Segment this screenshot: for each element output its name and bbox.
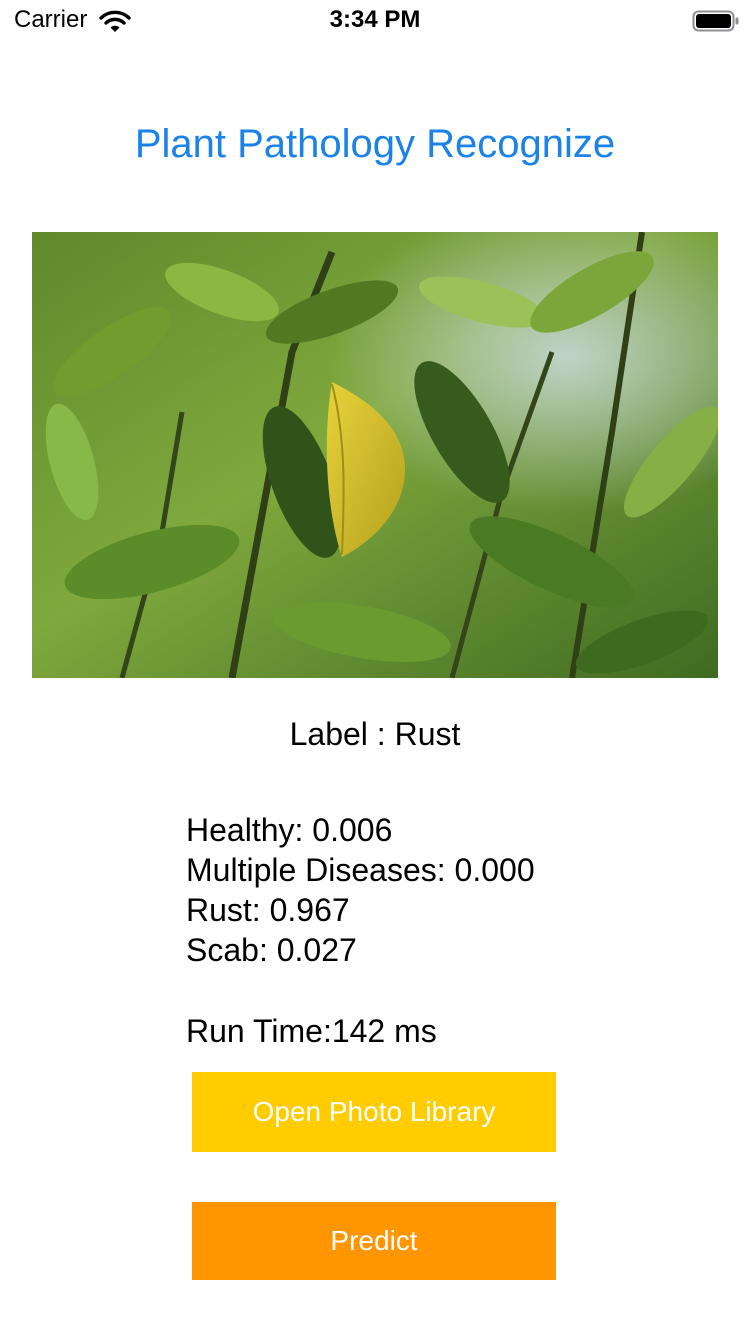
leaf-photo [32,232,718,678]
open-photo-library-button[interactable]: Open Photo Library [192,1072,556,1152]
score-value: 0.006 [312,812,393,848]
run-time: Run Time:142 ms [186,1011,437,1051]
score-name: Rust [186,892,252,928]
score-value: 0.000 [454,852,535,888]
score-name: Multiple Diseases [186,852,437,888]
prediction-label: Label : Rust [0,712,750,756]
score-name: Scab [186,932,259,968]
status-time: 3:34 PM [329,6,421,33]
run-time-unit: ms [385,1013,437,1049]
run-time-prefix: Run Time: [186,1013,332,1049]
prediction-label-prefix: Label : [289,716,395,752]
prediction-label-value: Rust [394,716,461,752]
score-row-multiple-diseases: Multiple Diseases: 0.000 [186,852,535,888]
score-row-healthy: Healthy: 0.006 [186,812,393,848]
predict-button[interactable]: Predict [192,1202,556,1280]
battery-icon [692,9,740,33]
score-row-scab: Scab: 0.027 [186,932,357,968]
status-bar: Carrier 3:34 PM [0,0,750,40]
score-name: Healthy [186,812,295,848]
score-row-rust: Rust: 0.967 [186,892,350,928]
run-time-value: 142 [331,1013,386,1049]
score-value: 0.967 [269,892,350,928]
score-list: Healthy: 0.006 Multiple Diseases: 0.000 … [186,810,535,970]
score-value: 0.027 [276,932,357,968]
page-title: Plant Pathology Recognize [134,122,616,166]
